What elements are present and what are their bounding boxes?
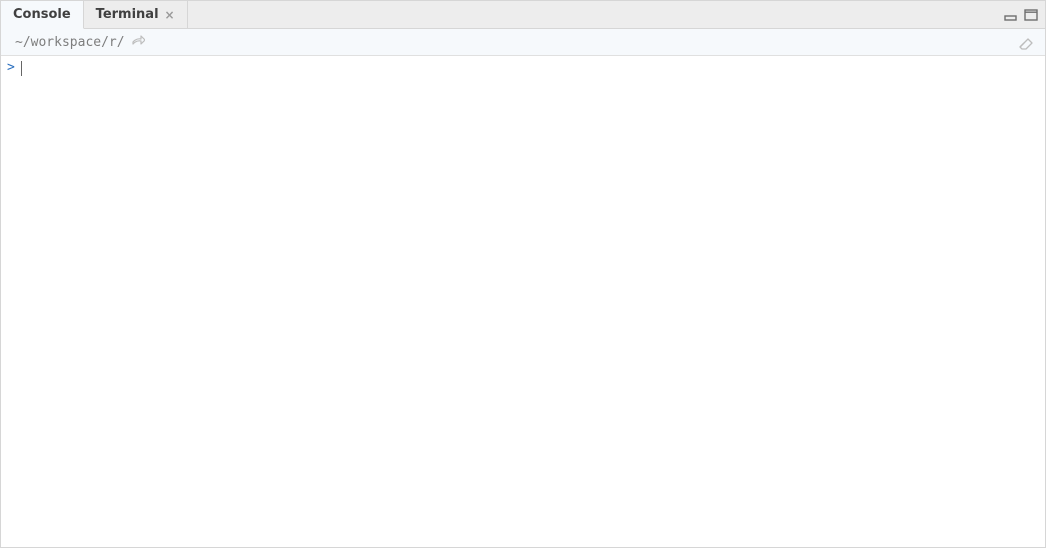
window-buttons xyxy=(1003,1,1045,28)
tab-label: Terminal xyxy=(96,7,159,22)
close-icon[interactable]: × xyxy=(165,9,175,21)
tabstrip-spacer xyxy=(188,1,1003,28)
console-prompt: > xyxy=(7,60,15,75)
path-bar: ~/workspace/r/ xyxy=(1,29,1045,56)
tab-terminal[interactable]: Terminal × xyxy=(84,1,188,28)
working-directory[interactable]: ~/workspace/r/ xyxy=(15,35,125,50)
tab-console[interactable]: Console xyxy=(1,1,84,29)
clear-console-icon[interactable] xyxy=(1017,34,1035,50)
maximize-icon[interactable] xyxy=(1023,8,1039,22)
share-icon[interactable] xyxy=(131,35,145,49)
tab-strip: Console Terminal × xyxy=(1,1,1045,29)
tab-label: Console xyxy=(13,7,71,22)
minimize-icon[interactable] xyxy=(1003,8,1019,22)
console-panel: Console Terminal × ~/workspace/r/ xyxy=(0,0,1046,548)
console-input[interactable] xyxy=(22,60,1039,76)
console-body[interactable]: > xyxy=(1,56,1045,547)
